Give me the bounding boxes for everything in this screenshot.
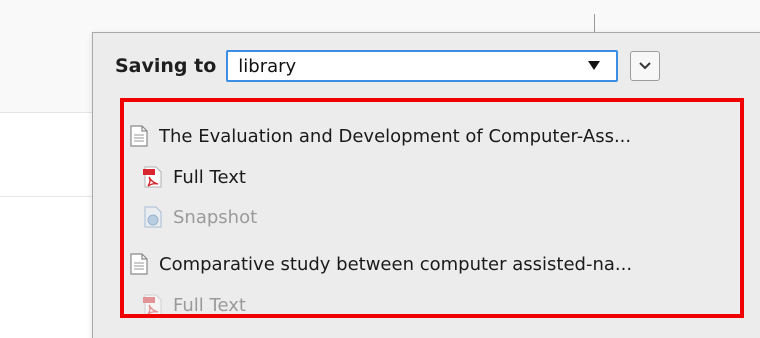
item-title: Full Text [173,166,246,188]
dropdown-arrow-icon [588,60,601,72]
expand-button[interactable] [630,51,661,81]
saving-to-label: Saving to [115,55,217,77]
item-title: Full Text [173,294,246,316]
saving-to-row: Saving to library [115,49,661,83]
snapshot-icon [143,206,163,228]
chevron-down-icon [639,62,651,70]
item-title: Snapshot [173,206,258,228]
items-list: The Evaluation and Development of Comput… [93,115,760,325]
list-item[interactable]: Full Text [93,285,760,325]
item-title: Comparative study between computer assis… [159,253,633,275]
list-item[interactable]: The Evaluation and Development of Comput… [93,115,760,157]
save-popup: Saving to library The Evaluation and Dev… [92,32,760,338]
page: Saving to library The Evaluation and Dev… [0,0,760,338]
list-item[interactable]: Comparative study between computer assis… [93,243,760,285]
pdf-icon [143,166,163,188]
pdf-icon [143,294,163,316]
item-title: The Evaluation and Development of Comput… [159,125,632,147]
list-item[interactable]: Full Text [93,157,760,197]
collection-select-value: library [238,55,297,77]
document-icon [129,253,149,275]
list-item[interactable]: Snapshot [93,197,760,237]
document-icon [129,125,149,147]
collection-select[interactable]: library [226,50,619,82]
